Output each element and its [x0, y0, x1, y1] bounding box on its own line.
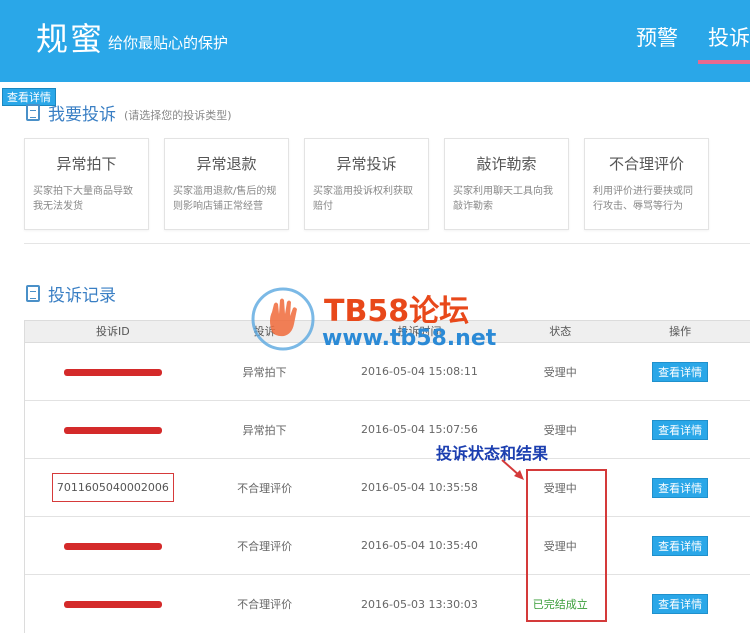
column-header-status: 状态 — [549, 325, 572, 338]
redaction-mark — [63, 542, 162, 550]
complaint-status: 受理中 — [543, 423, 577, 437]
complaint-time: 2016-05-04 15:07:56 — [361, 423, 478, 436]
card-title: 不合理评价 — [608, 155, 684, 173]
complaint-id-redacted — [25, 598, 201, 611]
records-section-title: 投诉记录 — [48, 286, 116, 306]
redaction-mark — [63, 426, 162, 434]
card-title: 异常退款 — [196, 155, 257, 173]
records-section-header: 投诉记录 — [26, 281, 116, 306]
card-description: 买家滥用退款/售后的规则影响店铺正常经营 — [173, 186, 277, 212]
card-description: 买家利用聊天工具向我敲诈勒索 — [453, 186, 553, 212]
complain-section-header: 我要投诉 (请选择您的投诉类型) — [26, 100, 232, 125]
card-description: 买家滥用投诉权利获取赔付 — [313, 186, 413, 212]
complaint-time: 2016-05-04 10:35:58 — [361, 481, 478, 494]
card-description: 利用评价进行要挟或同行攻击、辱骂等行为 — [593, 186, 693, 212]
complaint-id: 7011605040002006 — [51, 473, 174, 502]
column-header-id: 投诉ID — [96, 325, 130, 338]
annotation-label: 投诉状态和结果 — [436, 444, 549, 463]
complaint-type: 不合理评价 — [237, 539, 293, 553]
column-header-action: 操作 — [669, 325, 692, 338]
complaint-status: 受理中 — [543, 365, 577, 379]
card-title: 敲诈勒索 — [476, 155, 537, 173]
document-icon — [26, 104, 40, 121]
list-icon — [26, 285, 40, 302]
complaint-id-redacted — [25, 365, 201, 378]
nav-active-indicator — [698, 60, 750, 64]
complaint-type-cards: 异常拍下 买家拍下大量商品导致我无法发货 异常退款 买家滥用退款/售后的规则影响… — [24, 138, 750, 230]
app-logo: 规蜜 — [36, 20, 105, 58]
complaint-time: 2016-05-03 13:30:03 — [361, 597, 478, 611]
nav-item-complaint[interactable]: 投诉 — [708, 22, 750, 60]
complaint-type: 不合理评价 — [237, 598, 293, 611]
complaint-type: 异常拍下 — [242, 423, 287, 437]
table-row: 7011605040002006 不合理评价 2016-05-04 10:35:… — [25, 459, 750, 517]
view-details-button[interactable]: 查看详情 — [652, 477, 709, 498]
card-title: 异常拍下 — [56, 155, 117, 173]
card-title: 异常投诉 — [336, 155, 397, 173]
table-row: 异常拍下 2016-05-04 15:07:56 受理中 查看详情 — [25, 401, 750, 459]
complaint-type-card[interactable]: 异常退款 买家滥用退款/售后的规则影响店铺正常经营 — [164, 138, 289, 230]
top-header: 规蜜 给你最贴心的保护 预警 投诉 — [0, 0, 750, 82]
nav-item-warning[interactable]: 预警 — [636, 22, 678, 60]
complaint-type-card[interactable]: 异常拍下 买家拍下大量商品导致我无法发货 — [24, 138, 149, 230]
app-slogan: 给你最贴心的保护 — [108, 34, 229, 52]
complaint-records-table: 投诉ID 投诉 投诉时间 状态 操作 异常拍下 2016-05-04 15:08… — [24, 320, 750, 633]
table-row: 不合理评价 2016-05-04 10:35:40 受理中 查看详情 — [25, 517, 750, 575]
annotation-arrow-icon — [501, 459, 524, 480]
hand-logo-icon — [251, 287, 315, 351]
main-nav: 预警 投诉 — [606, 22, 750, 60]
complain-section-title: 我要投诉 — [48, 105, 116, 125]
complaint-id-redacted — [25, 539, 201, 552]
complaint-type: 异常拍下 — [242, 365, 287, 379]
card-description: 买家拍下大量商品导致我无法发货 — [33, 186, 133, 212]
complaint-time: 2016-05-04 10:35:40 — [361, 539, 478, 552]
complaint-type-card[interactable]: 不合理评价 利用评价进行要挟或同行攻击、辱骂等行为 — [584, 138, 709, 230]
watermark: TB58论坛 www.tb58.net — [248, 284, 508, 364]
complain-section-subtitle: (请选择您的投诉类型) — [124, 108, 232, 122]
redaction-mark — [63, 368, 162, 376]
watermark-url: www.tb58.net — [322, 326, 497, 351]
status-highlight-box — [526, 469, 607, 622]
complaint-type-card[interactable]: 异常投诉 买家滥用投诉权利获取赔付 — [304, 138, 429, 230]
table-row: 不合理评价 2016-05-03 13:30:03 已完结成立 查看详情 — [25, 575, 750, 633]
view-details-button[interactable]: 查看详情 — [652, 419, 709, 440]
complaint-type: 不合理评价 — [237, 481, 293, 495]
redaction-mark — [63, 601, 162, 608]
view-details-button[interactable]: 查看详情 — [652, 361, 709, 382]
view-details-button[interactable]: 查看详情 — [652, 535, 709, 556]
watermark-title: TB58论坛 — [324, 294, 470, 329]
complaint-type-card[interactable]: 敲诈勒索 买家利用聊天工具向我敲诈勒索 — [444, 138, 569, 230]
section-divider — [24, 243, 750, 244]
complaint-time: 2016-05-04 15:08:11 — [361, 365, 478, 378]
complaint-id-redacted — [25, 423, 201, 436]
view-details-button[interactable]: 查看详情 — [652, 594, 709, 614]
